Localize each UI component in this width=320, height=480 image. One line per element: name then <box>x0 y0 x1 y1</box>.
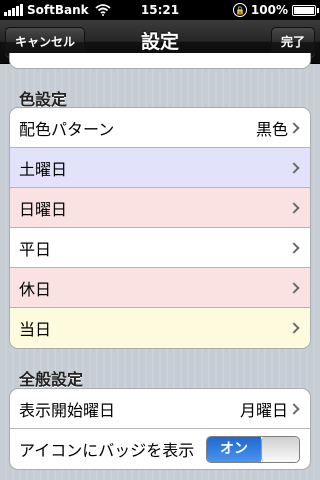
toggle-knob <box>261 436 299 462</box>
chevron-right-icon <box>288 202 300 214</box>
row-label: 表示開始曜日 <box>19 400 116 420</box>
sunday-color-row[interactable]: 日曜日 <box>10 188 310 228</box>
holiday-color-row[interactable]: 休日 <box>10 268 310 308</box>
general-section-header: 全般設定 <box>19 370 84 389</box>
general-settings-group: 表示開始曜日 月曜日 アイコンにバッジを表示 オン <box>9 388 311 470</box>
chevron-right-icon <box>288 122 300 134</box>
rotation-lock-icon: 🔒 <box>232 3 247 17</box>
row-label: 配色パターン <box>19 119 115 139</box>
chevron-right-icon <box>288 403 300 415</box>
row-label: 日曜日 <box>19 199 68 219</box>
chevron-right-icon <box>288 282 300 294</box>
status-bar: SoftBank 15:21 🔒 100% <box>0 0 320 20</box>
row-label: 当日 <box>19 320 52 339</box>
chevron-right-icon <box>288 242 300 254</box>
battery-fill <box>294 6 314 14</box>
battery-percent: 100% <box>250 3 288 17</box>
weekday-color-row[interactable]: 平日 <box>10 228 310 268</box>
chevron-right-icon <box>288 322 300 334</box>
toggle-on-label: オン <box>207 436 261 462</box>
today-color-row[interactable]: 当日 <box>10 308 310 348</box>
wifi-icon <box>95 4 111 16</box>
row-label: 平日 <box>19 239 52 259</box>
color-pattern-row[interactable]: 配色パターン 黒色 <box>10 108 310 148</box>
signal-icon <box>4 4 23 16</box>
chevron-right-icon <box>288 162 300 174</box>
row-value: 月曜日 <box>239 400 288 420</box>
start-day-row[interactable]: 表示開始曜日 月曜日 <box>10 389 310 429</box>
badge-row: アイコンにバッジを表示 オン <box>10 429 310 469</box>
row-label: 休日 <box>19 279 52 299</box>
previous-group-bottom <box>9 53 311 69</box>
saturday-color-row[interactable]: 土曜日 <box>10 148 310 188</box>
row-label: 土曜日 <box>19 159 68 179</box>
row-label: アイコンにバッジを表示 <box>19 441 195 460</box>
battery-icon <box>292 4 319 16</box>
row-value: 黒色 <box>255 119 288 139</box>
badge-toggle-switch[interactable]: オン <box>206 435 300 463</box>
color-settings-group: 配色パターン 黒色 土曜日 日曜日 平日 休日 当日 <box>9 107 311 349</box>
carrier-label: SoftBank <box>27 3 89 17</box>
